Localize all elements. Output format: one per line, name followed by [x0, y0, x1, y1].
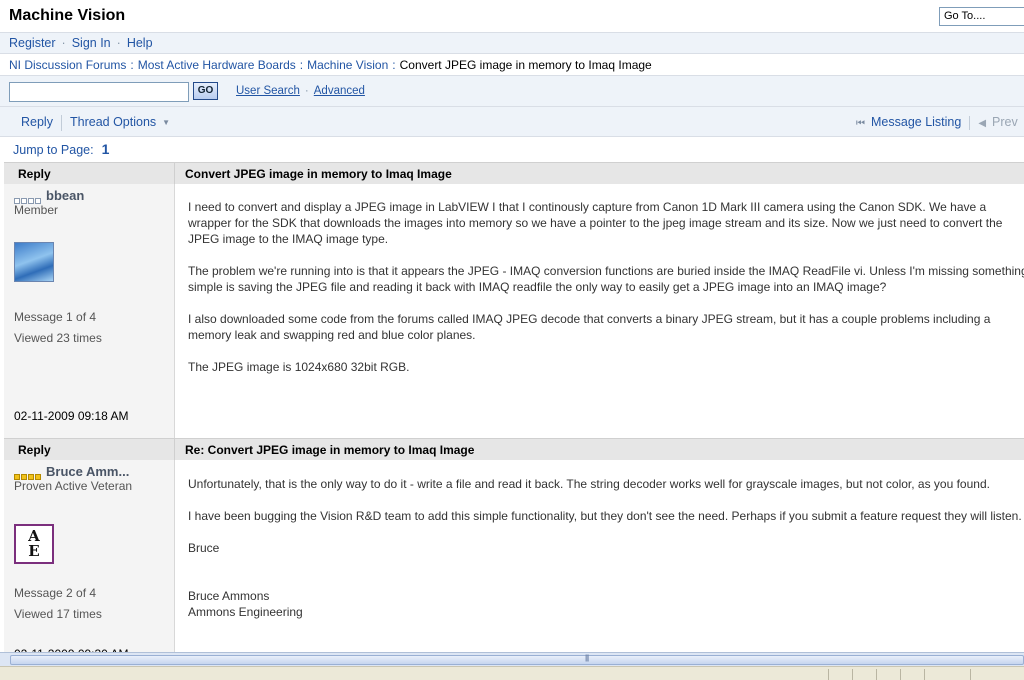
thread-navigation: ⏮ Message Listing ◀ Prev: [856, 115, 1018, 130]
breadcrumb: NI Discussion Forums: Most Active Hardwar…: [0, 54, 1024, 76]
post-text: I need to convert and display a JPEG ima…: [188, 199, 1024, 391]
post-paragraph: The JPEG image is 1024x680 32bit RGB.: [188, 360, 410, 374]
header-divider: [174, 439, 175, 461]
breadcrumb-current: Convert JPEG image in memory to Imaq Ima…: [399, 58, 652, 72]
status-divider: [970, 669, 971, 680]
toolbar-divider: [969, 115, 971, 130]
account-nav: Register · Sign In · Help: [0, 33, 1024, 54]
post-subject: Re: Convert JPEG image in memory to Imaq…: [185, 443, 475, 457]
author-name[interactable]: Bruce Amm...: [46, 464, 129, 479]
avatar[interactable]: A E: [14, 524, 54, 564]
post-body: I need to convert and display a JPEG ima…: [175, 184, 1024, 438]
page-title: Machine Vision: [9, 7, 126, 24]
rank-icon: [14, 469, 42, 480]
horizontal-scrollbar[interactable]: ||||: [0, 652, 1024, 666]
breadcrumb-separator: :: [130, 58, 134, 72]
thread-options-label: Thread Options: [70, 115, 157, 129]
breadcrumb-item[interactable]: Machine Vision: [307, 58, 388, 72]
search-bar: GO User Search · Advanced: [0, 76, 1024, 107]
forum-title-bar: Machine Vision Go To....: [0, 0, 1024, 33]
view-count: Viewed 23 times: [14, 331, 102, 345]
post-paragraph: I have been bugging the Vision R&D team …: [188, 509, 1022, 523]
post-paragraph: I also downloaded some code from the for…: [188, 312, 991, 342]
post-header: Reply Convert JPEG image in memory to Im…: [4, 162, 1024, 185]
member-rank-title: Member: [14, 203, 59, 217]
message-count: Message 1 of 4: [14, 310, 97, 324]
go-button[interactable]: GO: [193, 82, 218, 100]
post-reply-link[interactable]: Reply: [18, 167, 51, 181]
post-paragraph: Bruce Ammons Ammons Engineering: [188, 589, 303, 619]
breadcrumb-item[interactable]: NI Discussion Forums: [9, 58, 126, 72]
breadcrumb-separator: :: [392, 58, 396, 72]
member-rank-title: Proven Active Veteran: [14, 479, 133, 493]
post-header: Reply Re: Convert JPEG image in memory t…: [4, 438, 1024, 461]
author-panel: bbean Member Message 1 of 4 Viewed 23 ti…: [4, 184, 175, 438]
author-panel: Bruce Amm... Proven Active Veteran A E M…: [4, 460, 175, 661]
breadcrumb-separator: :: [299, 58, 304, 72]
reply-button[interactable]: Reply: [21, 115, 53, 129]
post-paragraph: I need to convert and display a JPEG ima…: [188, 200, 1003, 246]
browser-status-bar: [0, 666, 1024, 680]
user-search-link[interactable]: User Search: [236, 85, 300, 97]
first-page-icon: ⏮: [856, 118, 865, 129]
post-body: Unfortunately, that is the only way to d…: [175, 460, 1024, 652]
search-input[interactable]: [9, 82, 189, 102]
view-count: Viewed 17 times: [14, 607, 102, 621]
sign-in-link[interactable]: Sign In: [72, 36, 111, 50]
goto-select[interactable]: Go To....: [939, 7, 1024, 26]
previous-arrow-icon: ◀: [978, 118, 987, 129]
thread-toolbar: Reply Thread Options ▼ ⏮ Message Listing ◀ P…: [0, 107, 1024, 137]
post-paragraph: The problem we're running into is that i…: [188, 264, 1024, 294]
post-paragraph: Unfortunately, that is the only way to d…: [188, 477, 990, 491]
jump-to-page: Jump to Page: 1: [13, 141, 109, 157]
message-count: Message 2 of 4: [14, 586, 97, 600]
scrollbar-thumb[interactable]: [10, 655, 1024, 665]
post-date: 02-11-2009 09:18 AM: [14, 409, 129, 423]
advanced-search-link[interactable]: Advanced: [314, 85, 365, 97]
post-paragraph: Bruce: [188, 541, 220, 555]
nav-separator: ·: [61, 36, 66, 50]
toolbar-divider: [61, 115, 62, 131]
message-listing-link[interactable]: Message Listing: [871, 115, 961, 129]
avatar[interactable]: [14, 242, 54, 282]
register-link[interactable]: Register: [9, 36, 56, 50]
jump-label: Jump to Page:: [13, 143, 94, 157]
help-link[interactable]: Help: [127, 36, 153, 50]
post-reply-link[interactable]: Reply: [18, 443, 51, 457]
page-number-link[interactable]: 1: [102, 141, 110, 157]
previous-link[interactable]: Prev: [992, 115, 1018, 129]
status-divider: [876, 669, 877, 680]
status-divider: [828, 669, 829, 680]
header-divider: [174, 163, 175, 185]
status-divider: [900, 669, 901, 680]
caret-down-icon: ▼: [162, 118, 171, 128]
grip-icon: ||||: [585, 655, 589, 662]
nav-separator: ·: [116, 36, 121, 50]
author-name[interactable]: bbean: [46, 188, 84, 203]
search-links: User Search · Advanced: [236, 85, 365, 97]
search-links-separator: ·: [304, 85, 309, 97]
post-subject: Convert JPEG image in memory to Imaq Ima…: [185, 167, 452, 181]
rank-icon: [14, 193, 42, 204]
post-text: Unfortunately, that is the only way to d…: [188, 476, 1024, 636]
breadcrumb-item[interactable]: Most Active Hardware Boards: [138, 58, 296, 72]
status-divider: [852, 669, 853, 680]
status-divider: [924, 669, 925, 680]
thread-options-menu[interactable]: Thread Options ▼: [70, 115, 170, 129]
